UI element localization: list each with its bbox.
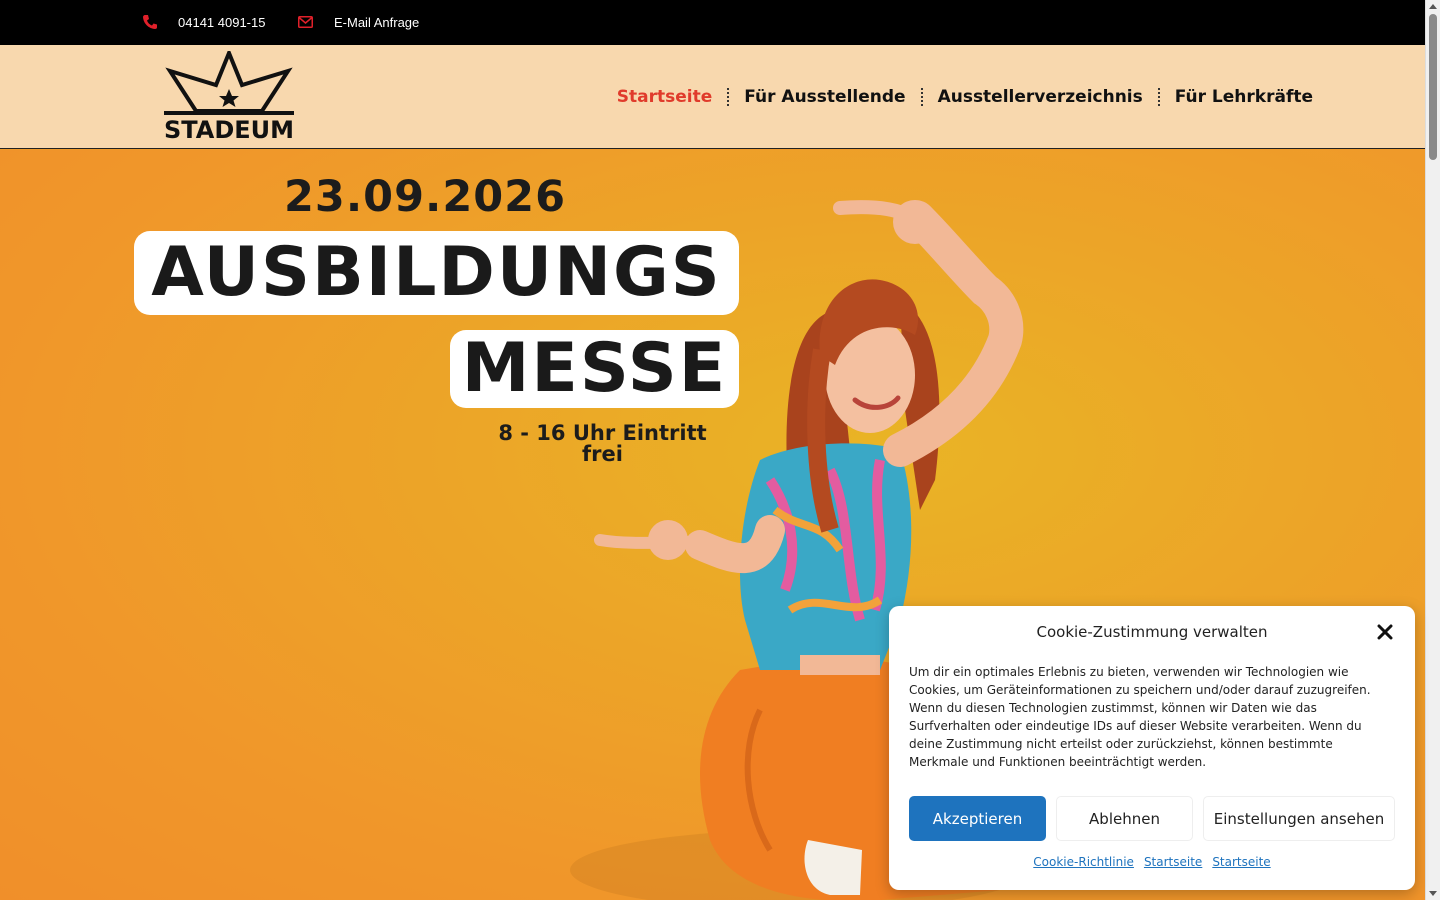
nav-ausstellerverzeichnis[interactable]: Ausstellerverzeichnis <box>938 87 1143 107</box>
nav-fuer-lehrkraefte[interactable]: Für Lehrkräfte <box>1175 87 1313 107</box>
phone-icon <box>143 15 157 29</box>
scroll-down-arrow-icon[interactable] <box>1429 891 1437 896</box>
stadeum-logo[interactable]: STADEUM <box>162 47 296 144</box>
crown-icon <box>164 47 294 115</box>
envelope-icon <box>298 16 313 28</box>
view-settings-button[interactable]: Einstellungen ansehen <box>1203 796 1395 841</box>
close-icon[interactable] <box>1377 624 1393 640</box>
main-navigation: Startseite Für Ausstellende Ausstellerve… <box>617 45 1313 149</box>
deny-button[interactable]: Ablehnen <box>1056 796 1193 841</box>
cookie-dialog-text: Um dir ein optimales Erlebnis zu bieten,… <box>909 665 1371 769</box>
hero-title-line1: AUSBILDUNGS <box>151 233 722 312</box>
title-pill-1: AUSBILDUNGS <box>134 231 739 315</box>
site-header: STADEUM Startseite Für Ausstellende Auss… <box>0 45 1425 149</box>
nav-divider <box>920 88 923 106</box>
scroll-up-arrow-icon[interactable] <box>1429 4 1437 9</box>
nav-divider <box>727 88 730 106</box>
top-bar: 04141 4091-15 E-Mail Anfrage <box>0 0 1425 45</box>
startseite-link-2[interactable]: Startseite <box>1212 855 1270 869</box>
hero-title-line2: MESSE <box>461 329 728 408</box>
phone-number-link[interactable]: 04141 4091-15 <box>178 0 265 45</box>
nav-fuer-ausstellende[interactable]: Für Ausstellende <box>744 87 905 107</box>
opening-hours-line1: 8 - 16 Uhr Eintritt <box>498 421 707 445</box>
cookie-policy-link[interactable]: Cookie-Richtlinie <box>1033 855 1134 869</box>
event-date: 23.09.2026 <box>284 172 567 222</box>
opening-hours: 8 - 16 Uhr Eintritt frei <box>490 423 715 465</box>
page-scrollbar[interactable] <box>1425 0 1440 900</box>
opening-hours-line2: frei <box>582 442 623 466</box>
nav-startseite[interactable]: Startseite <box>617 87 712 107</box>
scrollbar-thumb[interactable] <box>1429 14 1437 160</box>
cookie-links: Cookie-Richtlinie Startseite Startseite <box>889 855 1415 869</box>
cookie-dialog-title: Cookie-Zustimmung verwalten <box>1036 623 1268 641</box>
accept-button[interactable]: Akzeptieren <box>909 796 1046 841</box>
cookie-consent-dialog: Cookie-Zustimmung verwalten Um dir ein o… <box>889 606 1415 890</box>
startseite-link-1[interactable]: Startseite <box>1144 855 1202 869</box>
nav-divider <box>1157 88 1160 106</box>
email-inquiry-link[interactable]: E-Mail Anfrage <box>334 0 419 45</box>
logo-wordmark: STADEUM <box>163 116 295 144</box>
title-pill-2: MESSE <box>450 330 739 408</box>
